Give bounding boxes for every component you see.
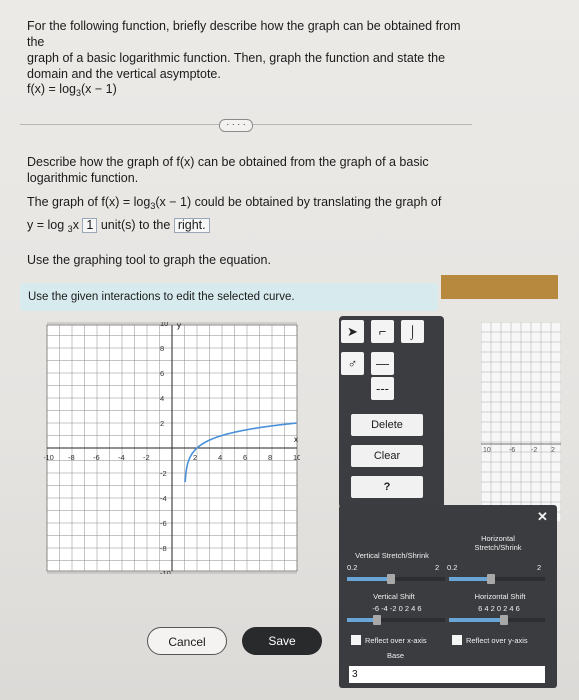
vs-min: 0.2 (347, 563, 358, 572)
x-tick-label: -10 (44, 453, 54, 462)
y-tick-label: -8 (160, 544, 167, 553)
clear-button[interactable]: Clear (351, 445, 423, 467)
hs-min: 0.2 (447, 563, 458, 572)
y-tick-label: -2 (160, 469, 167, 478)
delete-button[interactable]: Delete (351, 414, 423, 436)
horizontal-stretch-label: Horizontal Stretch/Shrink (474, 534, 522, 552)
question-line: domain and the vertical asymptote. (27, 67, 221, 81)
base-label: Base (387, 651, 405, 660)
right-tick: 10 (483, 447, 491, 454)
y-tick-label: -10 (160, 569, 171, 574)
x-tick-label: -2 (143, 453, 150, 462)
y-tick-label: 4 (160, 394, 164, 403)
x-tick-label: -8 (68, 453, 75, 462)
save-button[interactable]: Save (242, 627, 322, 655)
x-tick-label: 10 (293, 453, 300, 462)
pointer-tool-icon[interactable]: ➤ (341, 320, 364, 343)
vs-max: 2 (435, 563, 440, 572)
close-icon[interactable]: ✕ (537, 509, 548, 525)
translation-statement: The graph of f(x) = log3(x − 1) could be… (27, 195, 442, 234)
more-button[interactable]: · · · · (219, 119, 253, 132)
x-tick-label: 4 (218, 453, 222, 462)
instruction-banner: Use the given interactions to edit the s… (20, 283, 438, 311)
question-line: graph of a basic logarithmic function. T… (27, 51, 446, 65)
secondary-graph: 10 -6 -2 2 (481, 322, 561, 522)
reflect-x-checkbox[interactable] (351, 635, 361, 645)
dashed-line-tool-icon[interactable]: --- (371, 377, 394, 400)
horizontal-shift-label: Horizontal Shift (474, 592, 526, 601)
reflect-y-label: Reflect over y-axis (466, 636, 528, 645)
horizontal-stretch-slider[interactable] (487, 574, 495, 584)
base-input[interactable]: 3 (349, 666, 545, 683)
vertical-shift-label: Vertical Shift (373, 592, 415, 601)
answer-direction-box[interactable]: right. (173, 218, 210, 233)
x-axis-label: x (294, 435, 298, 444)
vertical-stretch-slider[interactable] (387, 574, 395, 584)
vertical-stretch-fill (347, 577, 391, 581)
reflect-y-checkbox[interactable] (452, 635, 462, 645)
y-tick-label: 6 (160, 369, 164, 378)
y-tick-label: -4 (160, 494, 167, 503)
x-tick-label: 6 (243, 453, 247, 462)
curve-edit-popup: ✕ Horizontal Stretch/Shrink Vertical Str… (339, 505, 557, 688)
reflect-x-label: Reflect over x-axis (365, 636, 427, 645)
y-tick-label: 8 (160, 344, 164, 353)
x-tick-label: -4 (118, 453, 125, 462)
answer-units-box[interactable]: 1 (82, 218, 98, 233)
toolbar-header-strip (441, 275, 558, 299)
horizontal-shift-ticks: 6 4 2 0 2 4 6 (478, 604, 520, 613)
vertical-shift-fill (347, 618, 375, 622)
y-tick-label: -6 (160, 519, 167, 528)
question-text: For the following function, briefly desc… (27, 18, 477, 82)
x-tick-label: 2 (193, 453, 197, 462)
instruction-text: Use the graphing tool to graph the equat… (27, 253, 271, 267)
y-tick-label: 10 (160, 322, 168, 328)
function-definition: f(x) = log3(x − 1) (27, 82, 117, 98)
y-axis-label: y (177, 322, 181, 330)
vertical-stretch-label: Vertical Stretch/Shrink (355, 551, 429, 560)
x-tick-label: 8 (268, 453, 272, 462)
x-tick-label: -6 (93, 453, 100, 462)
describe-prompt: Describe how the graph of f(x) can be ob… (27, 155, 429, 185)
question-line: For the following function, briefly desc… (27, 19, 461, 49)
graph-tool-panel: ➤ ⌐ ⌡ ♂ — --- Delete Clear ? (339, 316, 444, 508)
log-curve-tool-icon[interactable]: ⌡ (401, 320, 424, 343)
right-tick: -6 (509, 447, 515, 454)
page: For the following function, briefly desc… (0, 0, 579, 700)
hs-max: 2 (537, 563, 542, 572)
vertical-shift-ticks: -6 -4 -2 0 2 4 6 (372, 604, 422, 613)
point-tool-icon[interactable]: ♂ (341, 352, 364, 375)
graph-canvas[interactable]: -10 -8 -6 -4 -2 2 4 6 8 10 10 8 6 4 2 -2 -4 -6 -8 -10 y x (44, 322, 300, 574)
right-tick: 2 (551, 447, 555, 454)
line-tool-icon[interactable]: — (371, 352, 394, 375)
cancel-button[interactable]: Cancel (147, 627, 227, 655)
help-button[interactable]: ? (351, 476, 423, 498)
vertical-shift-slider[interactable] (373, 615, 381, 625)
right-tick: -2 (531, 447, 537, 454)
y-tick-label: 2 (160, 419, 164, 428)
horizontal-shift-fill (449, 618, 504, 622)
horizontal-shift-slider[interactable] (500, 615, 508, 625)
curve-tool-icon[interactable]: ⌐ (371, 320, 394, 343)
